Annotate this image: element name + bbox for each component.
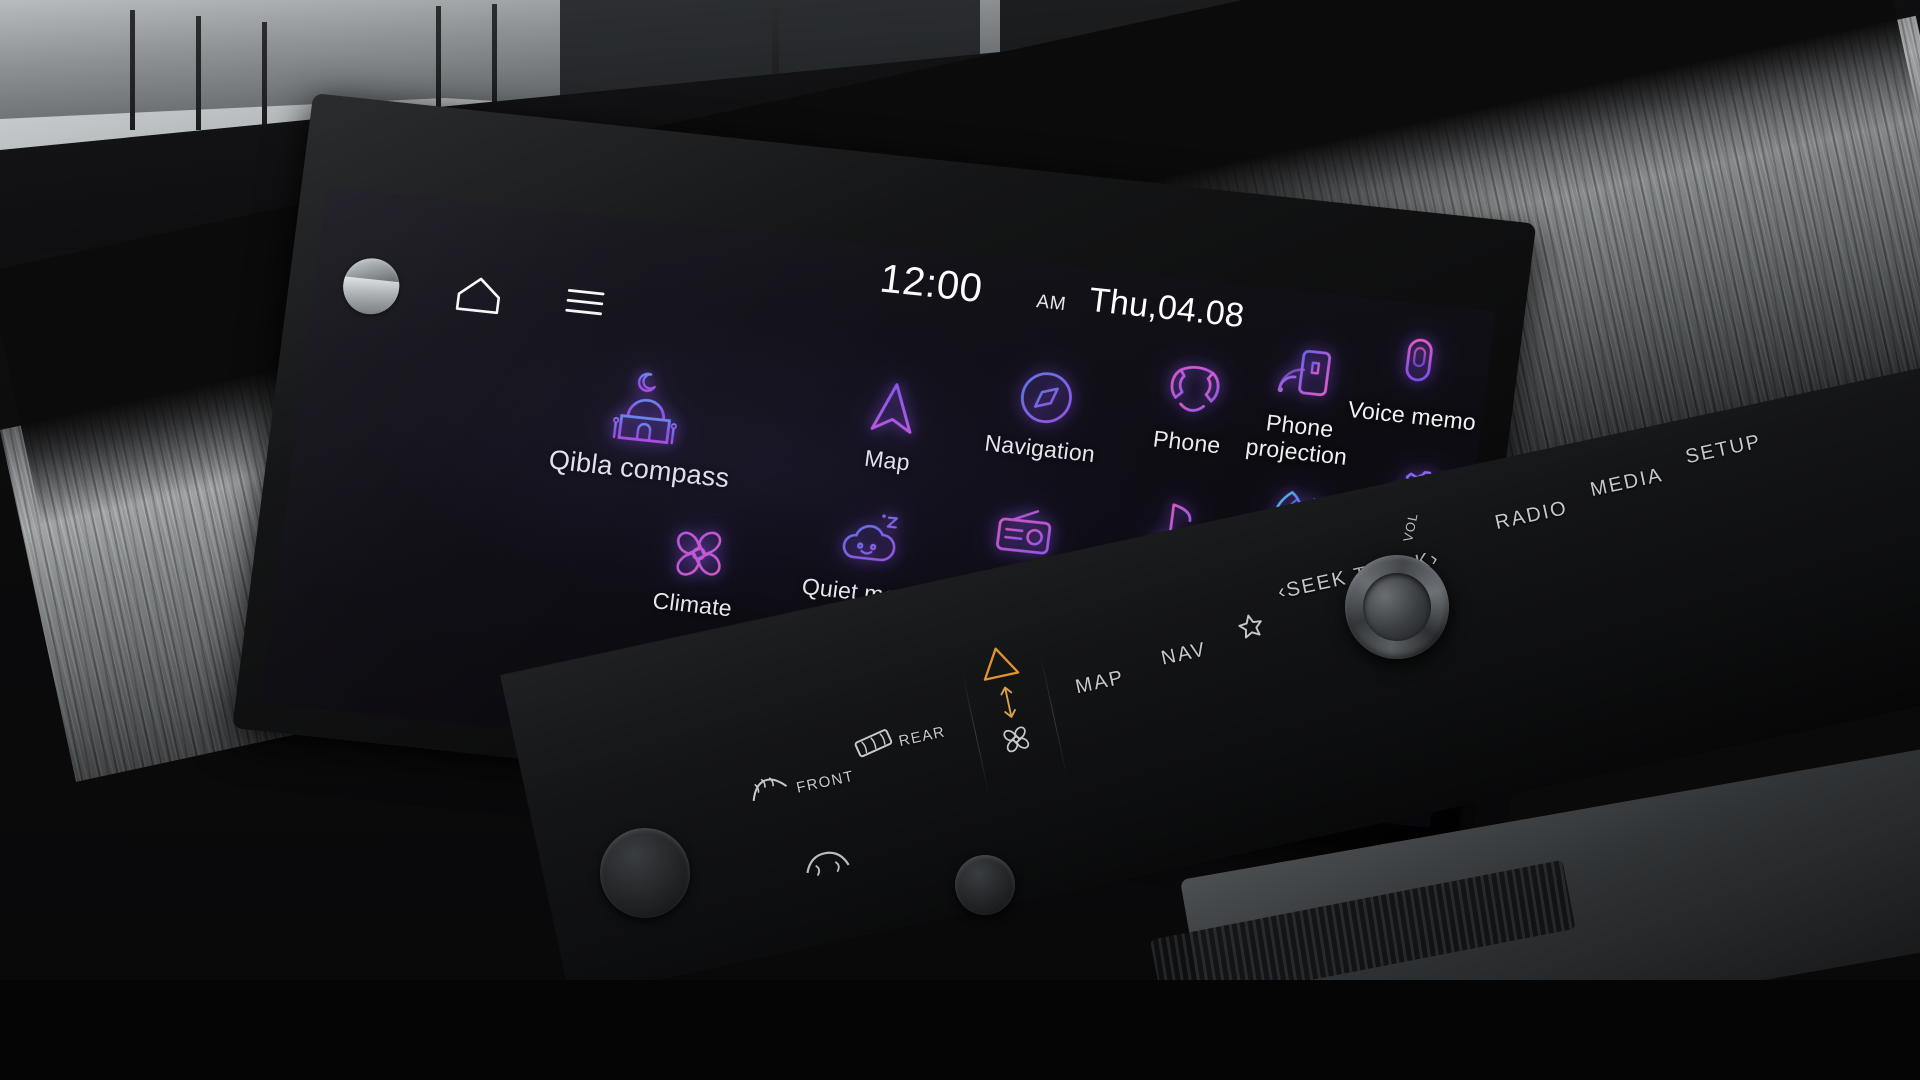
- status-date: Thu,04.08: [1086, 280, 1247, 336]
- compass-icon: [1009, 361, 1083, 433]
- defrost-rear-button[interactable]: [849, 723, 899, 767]
- microphone-icon: [1381, 329, 1455, 401]
- radio-button[interactable]: RADIO: [1493, 497, 1570, 535]
- climate-dial-left[interactable]: [600, 828, 690, 918]
- app-label: Map: [863, 444, 912, 476]
- app-tile-climate[interactable]: Climate: [596, 511, 797, 628]
- panel-divider-2: [1039, 651, 1069, 781]
- mosque-icon: [603, 366, 690, 452]
- climate-button-mid[interactable]: [955, 855, 1015, 915]
- app-tile-map[interactable]: Map: [791, 367, 992, 484]
- clock-time: 12:00: [877, 256, 986, 312]
- star-icon[interactable]: [1234, 610, 1268, 648]
- phone-handset-icon: [1156, 355, 1230, 427]
- setup-button[interactable]: SETUP: [1683, 430, 1763, 469]
- hazard-triangle-icon[interactable]: [975, 641, 1023, 690]
- user-avatar[interactable]: [339, 255, 403, 318]
- media-button[interactable]: MEDIA: [1588, 464, 1665, 502]
- home-icon[interactable]: [452, 271, 506, 323]
- defrost-front-label[interactable]: FRONT: [795, 768, 856, 797]
- app-tile-voice-memo[interactable]: Voice memo: [1316, 322, 1496, 439]
- defrost-rear-label[interactable]: REAR: [897, 723, 947, 750]
- menu-icon[interactable]: [562, 285, 606, 324]
- nav-button[interactable]: NAV: [1159, 638, 1209, 670]
- screenshot-root: 12:00 AM Thu,04.08 Phone projection Voic…: [0, 0, 1920, 1080]
- panel-divider-1: [961, 670, 990, 798]
- app-label: Qibla compass: [547, 444, 732, 494]
- defrost-front-button[interactable]: [741, 766, 796, 813]
- map-button[interactable]: MAP: [1073, 666, 1126, 699]
- fan-icon: [662, 517, 736, 589]
- fan-icon[interactable]: [998, 722, 1035, 763]
- airflow-icon[interactable]: [996, 684, 1022, 726]
- volume-knob-face: [1356, 566, 1438, 648]
- sleeping-cloud-icon: [832, 505, 906, 577]
- clock-ampm: AM: [1035, 291, 1068, 316]
- navigation-arrow-icon: [857, 373, 931, 445]
- lower-cowl: [0, 980, 1920, 1080]
- app-tile-qibla-compass[interactable]: Qibla compass: [543, 360, 746, 494]
